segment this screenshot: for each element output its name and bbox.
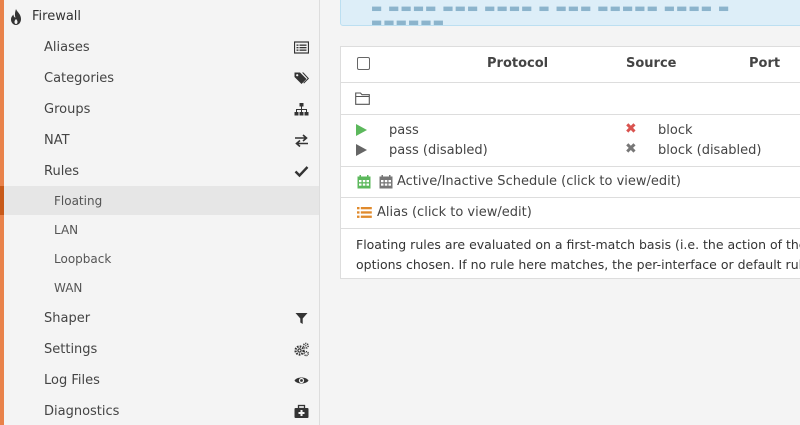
legend-block-disabled-label: block (disabled) xyxy=(658,143,762,158)
info-alert-text-cutoff: ▬ ▬▬▬▬ ▬▬▬ ▬▬▬▬ ▬ ▬▬▬ ▬▬▬▬▬ ▬▬▬▬ ▬ ▬▬▬▬▬… xyxy=(371,1,731,29)
block-icon: ✖ xyxy=(625,121,637,137)
sidebar-subitem-wan[interactable]: WAN xyxy=(4,273,319,302)
table-header-row: Protocol Source Port xyxy=(341,47,800,83)
sidebar-section-firewall[interactable]: Firewall xyxy=(4,0,319,33)
pass-icon xyxy=(356,124,367,136)
eye-icon xyxy=(294,377,309,384)
sidebar-item-log-files[interactable]: Log Files xyxy=(4,365,319,396)
main-content: ▬ ▬▬▬▬ ▬▬▬ ▬▬▬▬ ▬ ▬▬▬ ▬▬▬▬▬ ▬▬▬▬ ▬ ▬▬▬▬▬… xyxy=(320,0,800,425)
cogs-icon xyxy=(294,342,309,357)
exchange-icon xyxy=(295,134,308,148)
sidebar-item-shaper[interactable]: Shaper xyxy=(4,303,319,334)
sidebar-item-label: Log Files xyxy=(44,373,100,388)
floating-rules-note: Floating rules are evaluated on a first-… xyxy=(341,229,800,280)
legend-alias-label: Alias (click to view/edit) xyxy=(377,205,532,220)
note-line-2: options chosen. If no rule here matches,… xyxy=(356,257,800,272)
filter-icon xyxy=(295,313,308,324)
sidebar-header-label: Firewall xyxy=(32,9,82,24)
column-header-port[interactable]: Port xyxy=(749,56,780,71)
sidebar-item-label: Aliases xyxy=(44,40,90,55)
pass-disabled-icon xyxy=(356,144,367,156)
legend-row-schedule: Active/Inactive Schedule (click to view/… xyxy=(341,167,800,198)
sidebar-item-aliases[interactable]: Aliases xyxy=(4,32,319,63)
sidebar-subitem-label: Loopback xyxy=(54,251,112,266)
sitemap-icon xyxy=(294,103,309,116)
sidebar-subitem-label: Floating xyxy=(54,193,103,208)
medkit-icon xyxy=(294,404,309,418)
calendar-active-icon xyxy=(357,175,371,189)
alias-list-icon xyxy=(357,207,372,218)
sidebar-item-nat[interactable]: NAT xyxy=(4,125,319,156)
legend-block-label: block xyxy=(658,123,693,138)
sidebar-item-label: NAT xyxy=(44,133,70,148)
legend-pass-disabled-label: pass (disabled) xyxy=(389,143,488,158)
fire-icon xyxy=(11,8,21,25)
info-alert: ▬ ▬▬▬▬ ▬▬▬ ▬▬▬▬ ▬ ▬▬▬ ▬▬▬▬▬ ▬▬▬▬ ▬ ▬▬▬▬▬… xyxy=(340,0,800,29)
sidebar-item-groups[interactable]: Groups xyxy=(4,94,319,125)
rules-table-panel: Protocol Source Port pass pass (disabled… xyxy=(340,46,800,279)
check-icon xyxy=(294,166,309,178)
sidebar-item-settings[interactable]: Settings xyxy=(4,334,319,365)
sidebar-subitem-loopback[interactable]: Loopback xyxy=(4,244,319,273)
legend-row-actions: pass pass (disabled) ✖ block ✖ block (di… xyxy=(341,115,800,167)
sidebar-subitem-floating[interactable]: Floating xyxy=(4,186,319,215)
sidebar-item-label: Shaper xyxy=(44,311,91,326)
tags-icon xyxy=(294,72,309,84)
legend-schedule-label: Active/Inactive Schedule (click to view/… xyxy=(397,174,681,189)
sidebar-subitem-label: WAN xyxy=(54,280,83,295)
sidebar-subitem-lan[interactable]: LAN xyxy=(4,215,319,244)
column-header-protocol[interactable]: Protocol xyxy=(487,56,548,71)
note-line-1: Floating rules are evaluated on a first-… xyxy=(356,237,800,252)
sidebar-item-label: Rules xyxy=(44,164,80,179)
folder-icon xyxy=(355,92,370,105)
sidebar-item-label: Diagnostics xyxy=(44,404,120,419)
calendar-inactive-icon xyxy=(379,175,393,189)
sidebar: Firewall Aliases Categories Groups NAT R… xyxy=(0,0,320,425)
legend-pass-label: pass xyxy=(389,123,419,138)
sidebar-item-categories[interactable]: Categories xyxy=(4,63,319,94)
sidebar-item-label: Groups xyxy=(44,102,91,117)
separator-row xyxy=(341,83,800,115)
list-icon xyxy=(294,41,309,54)
select-all-checkbox[interactable] xyxy=(357,57,370,70)
sidebar-item-diagnostics[interactable]: Diagnostics xyxy=(4,396,319,425)
sidebar-subitem-label: LAN xyxy=(54,222,79,237)
legend-row-alias: Alias (click to view/edit) xyxy=(341,198,800,229)
block-disabled-icon: ✖ xyxy=(625,141,637,157)
column-header-source[interactable]: Source xyxy=(626,56,676,71)
sidebar-item-label: Categories xyxy=(44,71,115,86)
sidebar-item-label: Settings xyxy=(44,342,98,357)
sidebar-item-rules[interactable]: Rules xyxy=(4,156,319,187)
